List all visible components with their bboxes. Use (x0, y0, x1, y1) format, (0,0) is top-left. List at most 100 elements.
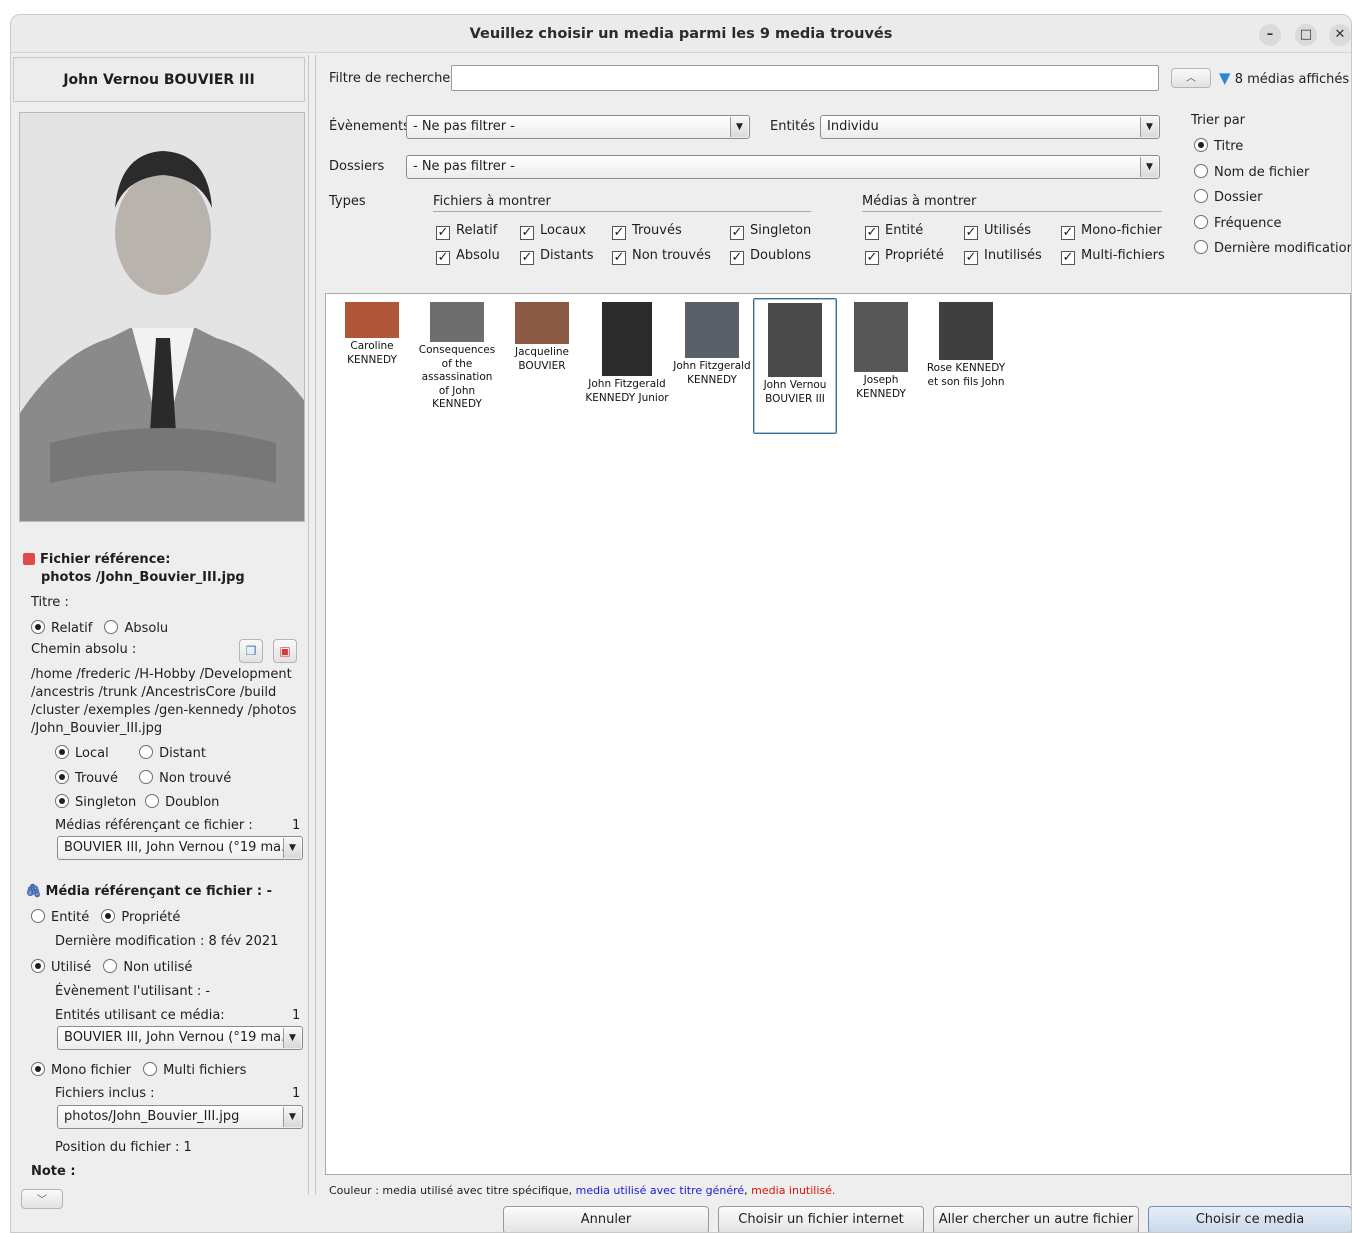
media-preview-image (19, 112, 305, 522)
check-relatif[interactable]: ✓ Relatif (436, 223, 497, 240)
sort-titre[interactable]: Titre (1194, 138, 1243, 154)
open-file-button[interactable]: ▣ (273, 639, 297, 663)
media-gallery[interactable]: Caroline KENNEDY Consequences of the ass… (325, 293, 1351, 1175)
medias-to-show-label: Médias à montrer (862, 194, 977, 209)
media-thumbnail[interactable]: Caroline KENNEDY (330, 302, 414, 367)
abs-path-line: /ancestris /trunk /AncestrisCore /build (31, 685, 277, 700)
propriete-radio[interactable] (101, 909, 116, 923)
entities-value: Individu (827, 119, 879, 134)
sort-nom-fichier[interactable]: Nom de fichier (1194, 164, 1309, 180)
non-utilise-radio[interactable] (103, 959, 118, 973)
abs-path-value: /home /frederic /H-Hobby /Development /a… (31, 666, 296, 738)
events-select[interactable]: - Ne pas filtrer - ▼ (406, 115, 750, 139)
entite-radio[interactable] (31, 909, 45, 923)
thumbnail-image (602, 302, 652, 376)
chevron-down-icon: ▼ (283, 838, 301, 858)
image-edit-icon: ▣ (279, 644, 291, 658)
filter-funnel-icon: ▼ (1219, 69, 1231, 87)
media-thumbnail-selected[interactable]: John Vernou BOUVIER III (753, 298, 837, 434)
legend-prefix: Couleur : media utilisé avec titre spéci… (329, 1184, 576, 1197)
relatif-radio[interactable] (31, 620, 45, 634)
media-thumbnail[interactable]: Consequences of the assassination of Joh… (415, 302, 499, 412)
copy-path-button[interactable]: ❐ (239, 639, 263, 663)
multi-radio[interactable] (143, 1062, 158, 1076)
chevron-down-icon: ▼ (283, 1028, 301, 1048)
check-mono-fichier[interactable]: ✓ Mono-fichier (1061, 223, 1162, 240)
utilise-label: Utilisé (51, 960, 92, 975)
choose-internet-file-button[interactable]: Choisir un fichier internet (718, 1206, 924, 1232)
sort-label: Trier par (1191, 113, 1246, 128)
check-utilises[interactable]: ✓ Utilisés (964, 223, 1031, 240)
check-distants[interactable]: ✓ Distants (520, 248, 594, 265)
check-doublons[interactable]: ✓ Doublons (730, 248, 811, 265)
absolu-radio[interactable] (104, 620, 119, 634)
doublon-radio[interactable] (145, 794, 160, 808)
thumbnail-label: Rose KENNEDY et son fils John (926, 362, 1006, 388)
singleton-radio[interactable] (55, 794, 69, 808)
mono-radio[interactable] (31, 1062, 45, 1076)
minimize-button[interactable]: – (1259, 24, 1281, 46)
media-thumbnail[interactable]: Rose KENNEDY et son fils John (924, 302, 1008, 389)
local-radio[interactable] (55, 745, 69, 759)
search-input[interactable] (451, 65, 1159, 91)
location-group: Local Distant (55, 745, 206, 761)
sort-derniere-modification[interactable]: Dernière modification (1194, 240, 1351, 256)
singleton-label: Singleton (75, 795, 137, 810)
medias-ref-select[interactable]: BOUVIER III, John Vernou (°19 ma... ▼ (57, 836, 303, 860)
maximize-button[interactable]: □ (1295, 24, 1317, 46)
check-entite[interactable]: ✓ Entité (865, 223, 923, 240)
entities-using-select[interactable]: BOUVIER III, John Vernou (°19 ma... ▼ (57, 1026, 303, 1050)
thumbnail-image (768, 303, 822, 377)
thumbnail-label: Consequences of the assassination of Joh… (418, 344, 496, 410)
cancel-button[interactable]: Annuler (503, 1206, 709, 1232)
splitter-line (308, 55, 309, 1195)
thumbnail-label: Caroline KENNEDY (347, 340, 397, 366)
panel-splitter[interactable] (308, 55, 316, 1195)
expand-button[interactable]: ﹀ (21, 1189, 63, 1209)
thumbnail-label: Jacqueline BOUVIER (514, 346, 570, 372)
path-mode-group: Relatif Absolu (31, 620, 168, 636)
close-button[interactable]: ✕ (1329, 24, 1351, 46)
choose-media-button[interactable]: Choisir ce media (1148, 1206, 1351, 1232)
files-included-select[interactable]: photos/John_Bouvier_III.jpg ▼ (57, 1105, 303, 1129)
check-locaux[interactable]: ✓ Locaux (520, 223, 586, 240)
non-trouve-radio[interactable] (139, 770, 154, 784)
folders-select[interactable]: - Ne pas filtrer - ▼ (406, 155, 1160, 179)
check-singleton[interactable]: ✓ Singleton (730, 223, 811, 240)
utilise-radio[interactable] (31, 959, 45, 973)
check-trouves[interactable]: ✓ Trouvés (612, 223, 682, 240)
sort-frequence[interactable]: Fréquence (1194, 215, 1281, 231)
check-propriete[interactable]: ✓ Propriété (865, 248, 944, 265)
entities-select[interactable]: Individu ▼ (820, 115, 1160, 139)
files-included-count: 1 (292, 1086, 301, 1101)
usage-group: Utilisé Non utilisé (31, 959, 192, 975)
collapse-filters-button[interactable]: ︿ (1171, 68, 1211, 88)
title-label: Titre : (31, 595, 69, 610)
browse-other-file-button[interactable]: Aller chercher un autre fichier (933, 1206, 1139, 1232)
distant-radio[interactable] (139, 745, 154, 759)
check-inutilises[interactable]: ✓ Inutilisés (964, 248, 1042, 265)
media-thumbnail[interactable]: John Fitzgerald KENNEDY Junior (585, 302, 669, 405)
thumbnail-image (939, 302, 993, 360)
absolu-label: Absolu (124, 621, 169, 636)
last-modified: Dernière modification : 8 fév 2021 (55, 934, 279, 949)
thumbnail-image (430, 302, 484, 342)
check-absolu[interactable]: ✓ Absolu (436, 248, 500, 265)
media-thumbnail[interactable]: Joseph KENNEDY (839, 302, 923, 401)
distant-label: Distant (159, 746, 206, 761)
media-details-panel: John Vernou BOUVIER III Fichier référenc… (11, 55, 307, 1232)
events-label: Évènements (329, 119, 410, 134)
media-thumbnail[interactable]: Jacqueline BOUVIER (500, 302, 584, 373)
media-thumbnail[interactable]: John Fitzgerald KENNEDY (670, 302, 754, 387)
folders-value: - Ne pas filtrer - (413, 159, 515, 174)
title-bar: Veuillez choisir un media parmi les 9 me… (11, 15, 1351, 53)
events-value: - Ne pas filtrer - (413, 119, 515, 134)
file-ref-path: photos /John_Bouvier_III.jpg (41, 570, 245, 585)
file-count-group: Mono fichier Multi fichiers (31, 1062, 246, 1078)
trouve-radio[interactable] (55, 770, 69, 784)
check-non-trouves[interactable]: ✓ Non trouvés (612, 248, 711, 265)
check-multi-fichiers[interactable]: ✓ Multi-fichiers (1061, 248, 1165, 265)
sort-dossier[interactable]: Dossier (1194, 189, 1262, 205)
entities-using-label: Entités utilisant ce média: (55, 1008, 225, 1023)
trouve-label: Trouvé (75, 771, 118, 786)
